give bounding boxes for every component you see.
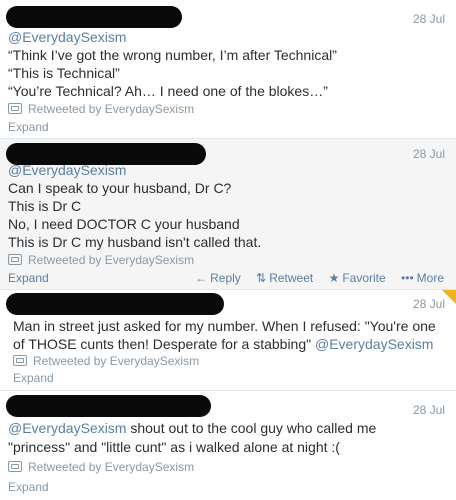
tweet-text-line: This is Dr C: [8, 198, 82, 214]
tweet-date[interactable]: 28 Jul: [413, 12, 445, 26]
retweeted-by[interactable]: Retweeted by EverydaySexism: [8, 102, 194, 116]
retweeted-by-label: Retweeted by EverydaySexism: [28, 253, 195, 267]
tweet-text-line-with-mention: of THOSE cunts then! Desperate for a sta…: [13, 336, 434, 352]
tweet-actions: ← Reply ⇅ Retweet ★ Favorite ••• More: [183, 271, 444, 285]
mention-handle[interactable]: @EverydaySexism: [8, 420, 126, 436]
tweet-date[interactable]: 28 Jul: [413, 147, 445, 161]
expand-link[interactable]: Expand: [8, 480, 49, 494]
retweeted-by[interactable]: Retweeted by EverydaySexism: [8, 460, 194, 474]
redacted-username: [6, 395, 211, 417]
more-dots-icon: •••: [401, 271, 414, 285]
reply-button[interactable]: ← Reply: [195, 271, 241, 285]
tweet[interactable]: 28 Jul @EverydaySexism Can I speak to yo…: [0, 139, 456, 290]
favorite-button[interactable]: ★ Favorite: [329, 271, 386, 285]
tweet-text-line: “You’re Technical? Ah… I need one of the…: [8, 83, 328, 99]
mention-handle[interactable]: @EverydaySexism: [8, 161, 126, 179]
expand-link[interactable]: Expand: [8, 271, 49, 285]
tweet[interactable]: 28 Jul @EverydaySexism shout out to the …: [0, 391, 456, 500]
mention-handle[interactable]: @EverydaySexism: [315, 336, 433, 352]
expand-link[interactable]: Expand: [13, 371, 54, 385]
expand-link[interactable]: Expand: [8, 120, 49, 134]
retweet-icon: ⇅: [256, 271, 267, 285]
mention-handle[interactable]: @EverydaySexism: [8, 28, 126, 46]
retweeted-by-label: Retweeted by EverydaySexism: [33, 354, 200, 368]
retweeted-by-label: Retweeted by EverydaySexism: [28, 460, 195, 474]
retweet-icon: [13, 355, 27, 366]
redacted-username: [6, 6, 182, 28]
retweeted-by-label: Retweeted by EverydaySexism: [28, 102, 195, 116]
tweet-text-line: “Think I’ve got the wrong number, I’m af…: [8, 47, 337, 63]
retweeted-by[interactable]: Retweeted by EverydaySexism: [8, 253, 194, 267]
tweet-text-line: Can I speak to your husband, Dr C?: [8, 180, 232, 196]
tweet-text-line: "princess" and "little cunt" as i walked…: [8, 439, 340, 455]
tweet-text-line: No, I need DOCTOR C your husband: [8, 216, 240, 232]
retweet-icon: [8, 254, 22, 265]
reply-icon: ←: [195, 271, 208, 285]
tweet-date[interactable]: 28 Jul: [413, 297, 445, 311]
star-icon: ★: [328, 271, 340, 285]
tweet-text-line-with-mention: @EverydaySexism shout out to the cool gu…: [8, 420, 377, 436]
tweet-text-line: “This is Technical”: [8, 65, 120, 81]
retweeted-by[interactable]: Retweeted by EverydaySexism: [13, 354, 199, 368]
retweet-icon: [8, 461, 22, 472]
tweet-text-line: This is Dr C my husband isn't called tha…: [8, 234, 262, 250]
tweet-date[interactable]: 28 Jul: [413, 403, 445, 417]
redacted-username: [6, 293, 224, 315]
more-button[interactable]: ••• More: [401, 271, 444, 285]
tweet-text-line: Man in street just asked for my number. …: [13, 318, 436, 334]
tweet[interactable]: 28 Jul Man in street just asked for my n…: [0, 290, 456, 391]
tweet[interactable]: 28 Jul @EverydaySexism “Think I’ve got t…: [0, 0, 456, 139]
retweet-icon: [8, 103, 22, 114]
retweet-button[interactable]: ⇅ Retweet: [256, 271, 313, 285]
